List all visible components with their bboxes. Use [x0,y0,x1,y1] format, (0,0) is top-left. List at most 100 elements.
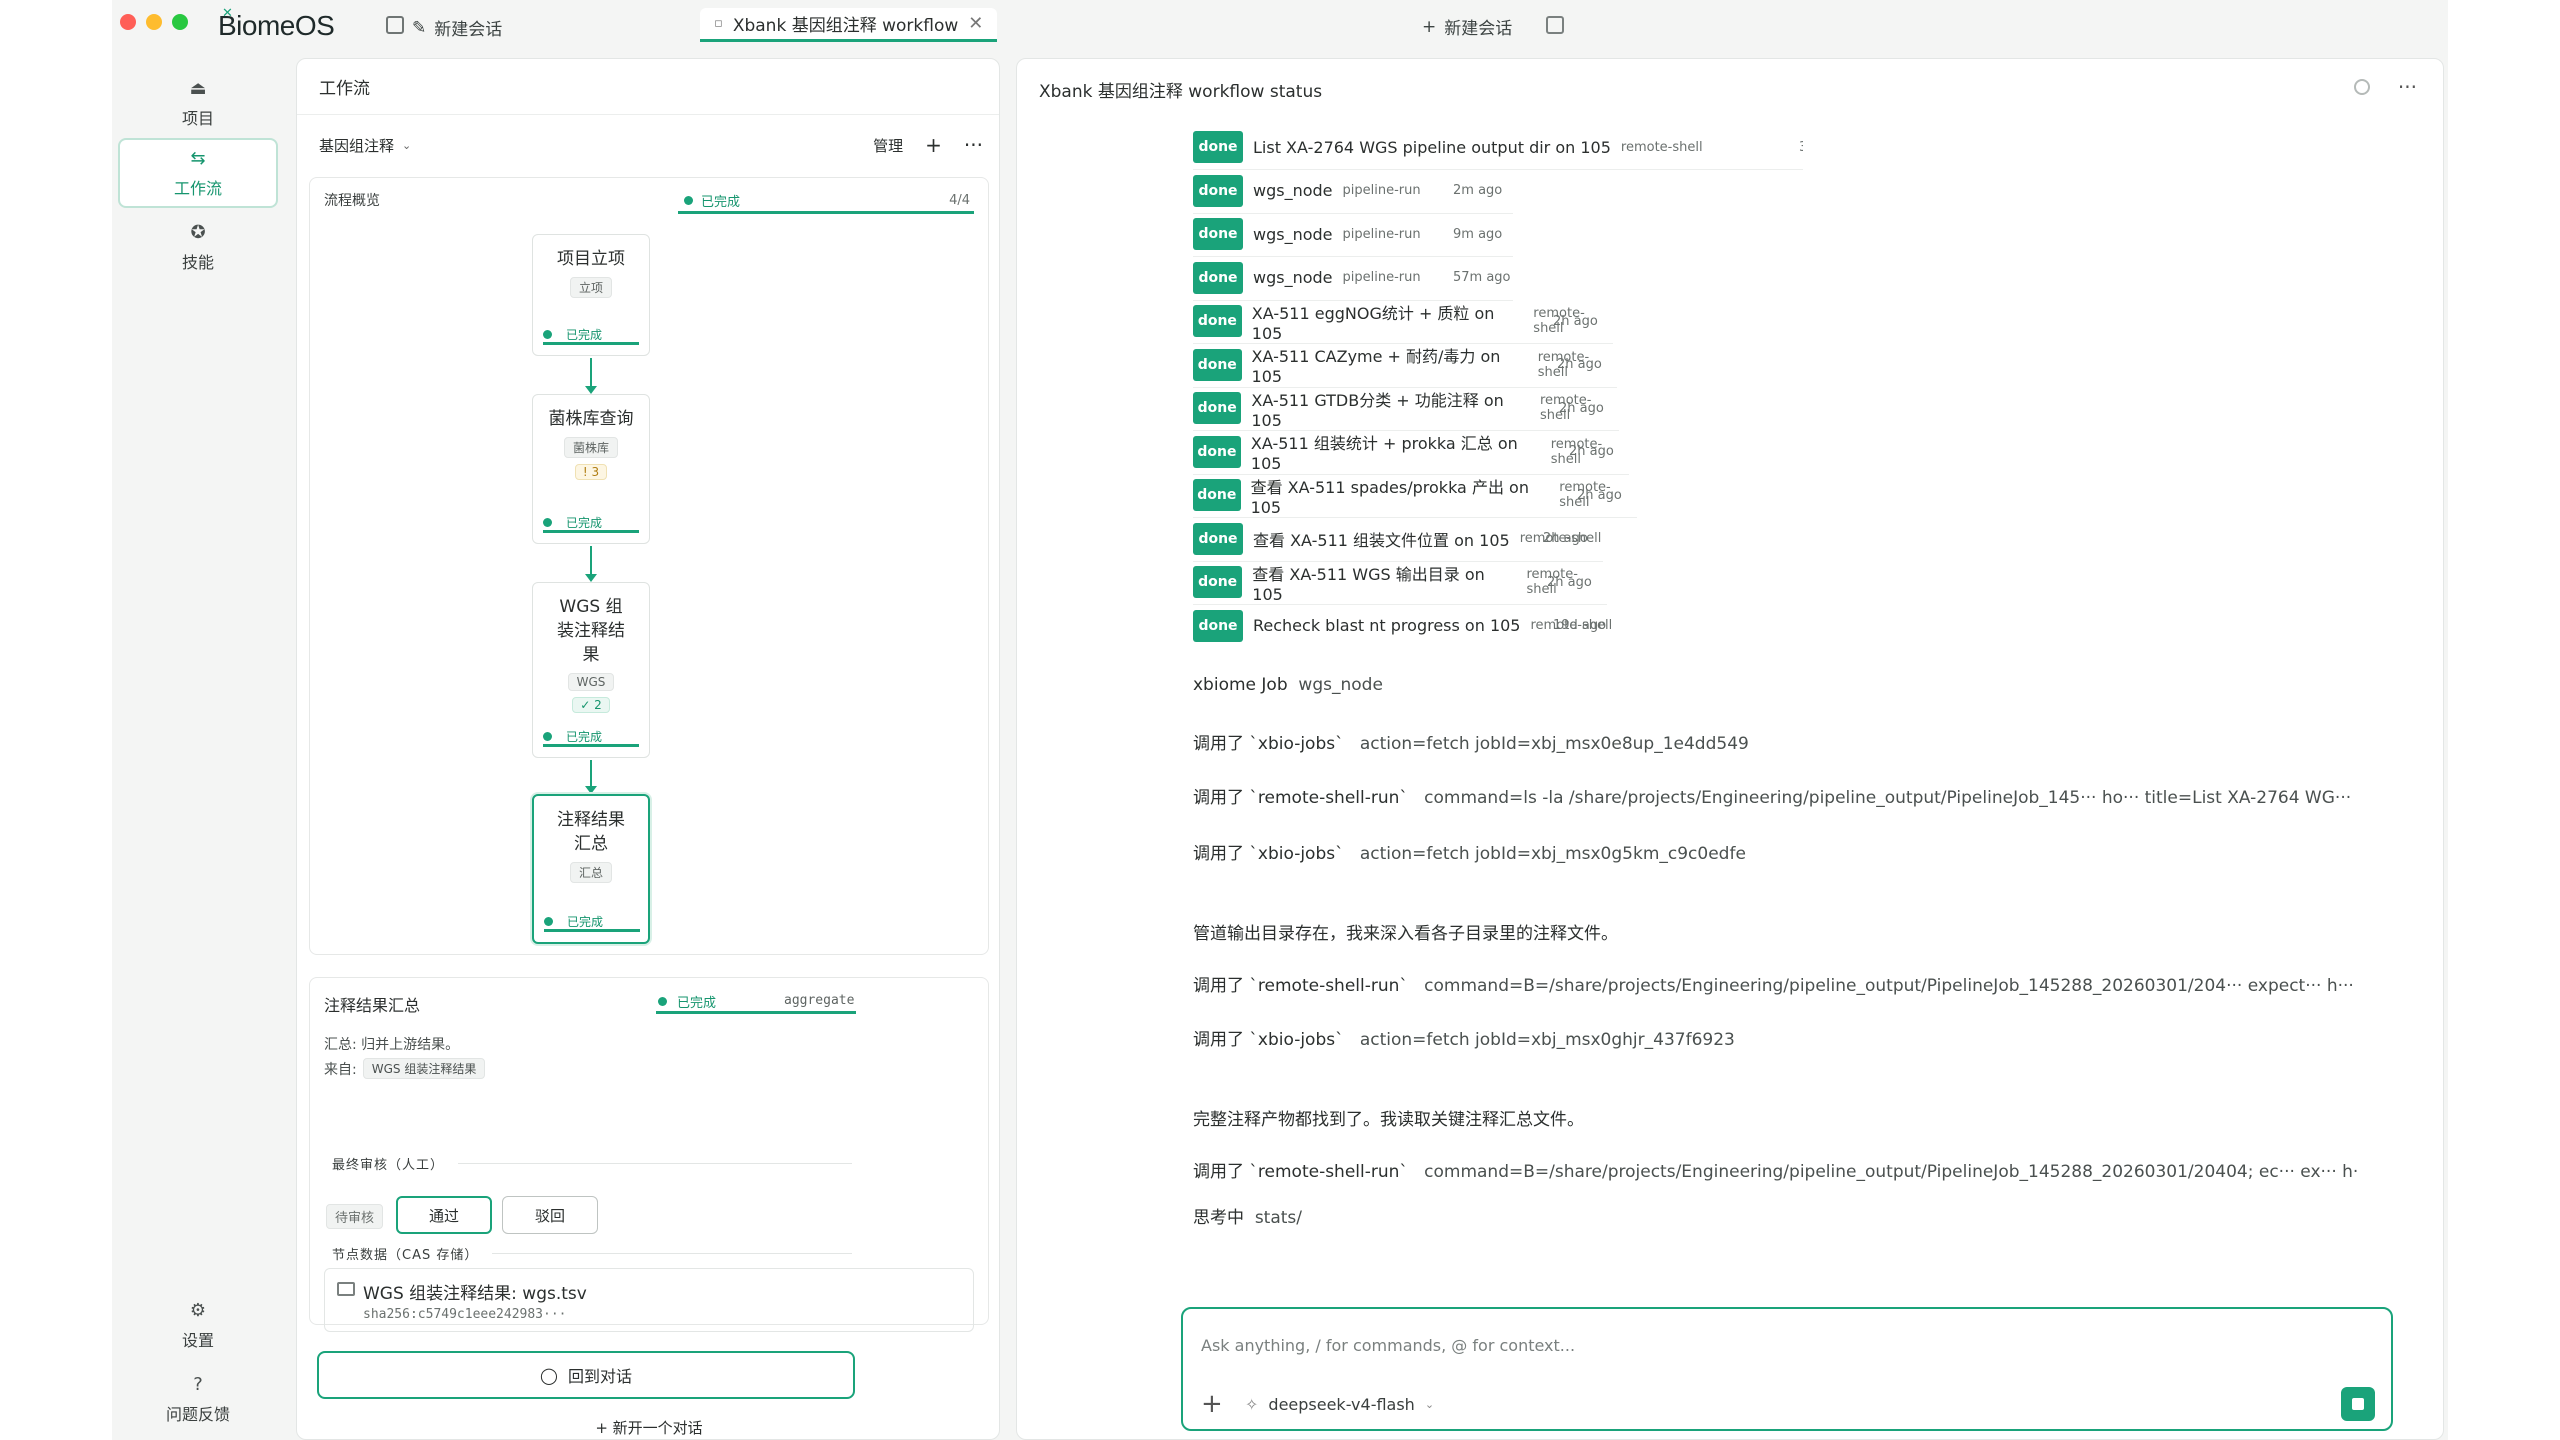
app-window: ✕ BiomeOS ✎ 新建会话 ▫ Xbank 基因组注释 workflow … [112,0,2448,1440]
attach-plus-icon[interactable]: + [1201,1389,1223,1419]
window-icon[interactable] [386,16,404,34]
detail-summary: 汇总: 归并上游结果。 [324,1037,460,1053]
node-warning-badge: ! 3 [574,464,608,480]
maximize-window-button[interactable] [172,14,188,30]
stop-button[interactable] [2341,1387,2375,1421]
flow-node-strain-query[interactable]: 菌株库查询 菌株库 ! 3 已完成 [532,394,650,544]
more-options-icon[interactable]: ··· [2398,75,2417,99]
job-time: 2h ago [1569,444,1614,459]
file-card[interactable]: WGS 组装注释结果: wgs.tsv sha256:c5749c1eee242… [324,1268,974,1332]
flow-node-summary[interactable]: 注释结果汇总 汇总 已完成 [532,794,650,944]
job-row[interactable]: done wgs_node pipeline-run 9m ago [1193,216,1513,252]
job-title: XA-511 组装统计 + prokka 汇总 on 105 [1250,434,1518,473]
source-chip[interactable]: WGS 组装注释结果 [362,1058,486,1079]
model-selector[interactable]: ✧ deepseek-v4-flash ⌄ [1245,1395,1434,1414]
job-source: pipeline-run [1342,183,1421,198]
chat-title: Xbank 基因组注释 workflow status [1039,82,1323,102]
node-detail-card: 注释结果汇总 已完成 aggregate 汇总: 归并上游结果。 来自: WGS… [309,977,989,1332]
flow-node-wgs[interactable]: WGS 组装注释结果 WGS ✓ 2 已完成 [532,582,650,758]
document-icon: ▫ [714,16,723,31]
job-reference: xbiome Job wgs_node [1193,675,1383,695]
job-row[interactable]: done wgs_node pipeline-run 2m ago [1193,173,1513,209]
new-chat-button[interactable]: ✎ 新建会话 [412,15,503,41]
new-chat-label: 新建会话 [434,20,503,40]
job-row[interactable]: done XA-511 组装统计 + prokka 汇总 on 105 remote… [1193,434,1629,473]
close-window-button[interactable] [120,14,136,30]
node-name: 菌株库查询 [548,409,634,429]
job-row[interactable]: done 查看 XA-511 组装文件位置 on 105 remote-shell 2… [1193,521,1603,557]
job-status-badge: done [1193,435,1241,468]
job-divider [1193,256,1513,257]
job-status-badge: done [1193,392,1242,424]
stop-icon [2352,1398,2364,1410]
node-name: 注释结果汇总 [557,810,625,854]
assistant-text: 完整注释产物都找到了。我读取关键注释汇总文件。 [1193,1110,1584,1130]
node-data-section-header: 节点数据（CAS 存储） [332,1244,852,1263]
node-tag: WGS [567,673,615,691]
job-row[interactable]: done 查看 XA-511 WGS 输出目录 on 105 remote-shel… [1193,564,1607,604]
rail-label: 项目 [181,108,214,128]
chat-panel: Xbank 基因组注释 workflow status ··· done List… [1016,58,2444,1440]
chat-input[interactable] [1201,1331,2301,1359]
minimize-window-button[interactable] [146,14,162,30]
job-divider [1193,169,1803,170]
chat-composer: + ✧ deepseek-v4-flash ⌄ [1181,1307,2393,1431]
tool-call[interactable]: 调用了 `remote-shell-run` command=B=/share/… [1193,1157,2358,1182]
job-divider [1193,212,1513,214]
rail-item-feedback[interactable]: ? 问题反馈 [118,1364,278,1434]
rail-label: 技能 [181,252,214,272]
status-ring-icon[interactable] [2353,79,2370,95]
job-row[interactable]: done Recheck blast nt progress on 105 remo… [1193,608,1613,644]
job-time: 33s ago [1799,140,1803,155]
new-chat-button-right[interactable]: + 新建会话 [1422,14,1512,40]
node-tag: 菌株库 [563,437,618,458]
reject-button[interactable]: 驳回 [502,1196,598,1234]
rail-item-project[interactable]: ⏏ 项目 [118,68,278,138]
approve-button[interactable]: 通过 [396,1196,492,1234]
more-options-icon[interactable]: ··· [964,133,983,157]
job-time: 2h ago [1557,357,1602,372]
job-time: 2m ago [1453,183,1503,198]
flow-node-project[interactable]: 项目立项 立项 已完成 [532,234,650,356]
node-status: 已完成 [543,327,639,345]
tool-call[interactable]: 调用了 `xbio-jobs` action=fetch jobId=xbj_m… [1193,1025,1735,1050]
review-section-header: 最终审核（人工） [332,1154,852,1173]
back-to-chat-button[interactable]: ◯ 回到对话 [317,1351,855,1399]
skills-icon: ✪ [190,221,206,243]
plus-icon: + [1422,16,1437,37]
new-conversation-link[interactable]: + 新开一个对话 [297,1417,1001,1438]
tool-call[interactable]: 调用了 `remote-shell-run` command=B=/share/… [1193,971,2354,996]
add-workflow-icon[interactable]: + [925,133,942,157]
job-row[interactable]: done XA-511 eggNOG统计 + 质粒 on 105 remote-sh… [1193,303,1613,343]
job-status-badge: done [1193,174,1243,207]
job-status-badge: done [1193,261,1243,294]
tab-close-icon[interactable]: ✕ [968,13,983,34]
job-row[interactable]: done XA-511 CAZyme + 耐药/毒力 on 105 remote-s… [1193,347,1617,386]
job-row[interactable]: done wgs_node pipeline-run 57m ago [1193,260,1513,296]
toggle-panel-icon[interactable] [1546,16,1564,34]
app-logo: BiomeOS [218,10,335,41]
job-row[interactable]: done XA-511 GTDB分类 + 功能注释 on 105 remote-sh… [1193,390,1619,430]
workflow-selector[interactable]: 基因组注释 ⌄ [319,135,411,156]
job-row[interactable]: done 查看 XA-511 spades/prokka 产出 on 105 rem… [1193,477,1637,517]
chevron-down-icon: ⌄ [402,138,412,152]
job-status-badge: done [1193,131,1243,163]
manage-button[interactable]: 管理 [873,135,903,156]
rail-item-workflow[interactable]: ⇆ 工作流 [118,138,278,208]
tab-workflow-status[interactable]: ▫ Xbank 基因组注释 workflow ✕ [700,8,998,42]
job-source: pipeline-run [1342,270,1421,285]
rail-item-settings[interactable]: ⚙ 设置 [118,1290,278,1360]
rail-label: 工作流 [173,178,222,198]
detail-source: 来自: WGS 组装注释结果 [324,1058,486,1079]
feedback-icon: ? [193,1373,203,1395]
job-row[interactable]: done List XA-2764 WGS pipeline output dir… [1193,129,1803,165]
job-title: 查看 XA-511 WGS 输出目录 on 105 [1252,564,1485,604]
node-success-badge: ✓ 2 [572,697,610,713]
rail-item-skills[interactable]: ✪ 技能 [118,212,278,282]
tool-call[interactable]: 调用了 `remote-shell-run` command=ls -la /s… [1193,783,2351,808]
tool-call[interactable]: 调用了 `xbio-jobs` action=fetch jobId=xbj_m… [1193,839,1746,864]
job-status-badge: done [1193,566,1243,598]
job-status-badge: done [1193,609,1243,642]
edit-icon: ✎ [412,17,427,38]
tool-call[interactable]: 调用了 `xbio-jobs` action=fetch jobId=xbj_m… [1193,729,1749,754]
